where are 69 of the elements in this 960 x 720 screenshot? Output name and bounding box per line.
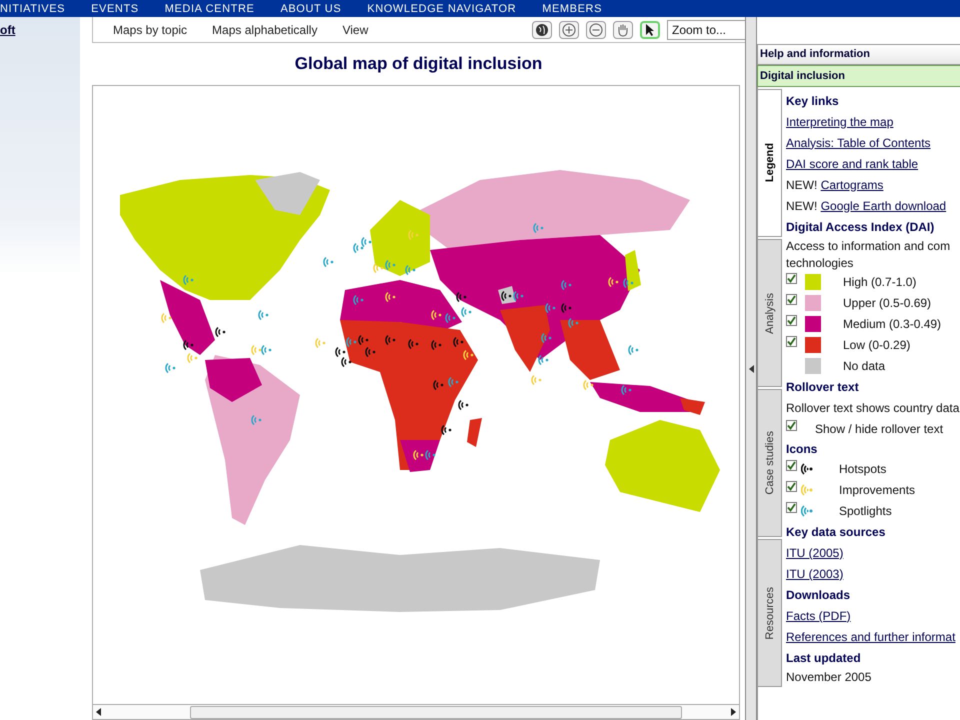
globe-icon[interactable]: [532, 20, 552, 38]
legend-label: Low (0-0.29): [843, 338, 910, 352]
hand-icon[interactable]: [613, 20, 633, 38]
link[interactable]: Google Earth download: [820, 198, 946, 212]
side-tab[interactable]: Case studies: [758, 389, 782, 537]
legend-label: Hotspots: [839, 462, 886, 476]
section-heading: Digital Access Index (DAI): [786, 218, 936, 236]
checkbox[interactable]: [786, 315, 797, 326]
checkbox[interactable]: [786, 481, 797, 492]
menu-item[interactable]: View: [342, 22, 368, 36]
legend-label: High (0.7-1.0): [843, 274, 916, 288]
side-tab[interactable]: Resources: [758, 539, 782, 687]
nav-link[interactable]: ABOUT US: [280, 2, 368, 14]
toggle-label: Show / hide rollover text: [815, 422, 944, 436]
zoom-in-icon[interactable]: [559, 20, 579, 38]
description-text: Rollover text shows country data: [786, 400, 960, 416]
signal-icon: [801, 504, 815, 518]
new-label: NEW!: [786, 198, 818, 212]
nav-link[interactable]: EVENTS: [91, 2, 165, 14]
nav-link[interactable]: KNOWLEDGE NAVIGATOR: [367, 2, 542, 14]
collapse-arrow-icon[interactable]: [748, 364, 754, 372]
side-tab[interactable]: Legend: [758, 89, 782, 237]
link[interactable]: Cartograms: [820, 178, 884, 192]
section-heading: Downloads: [786, 586, 852, 604]
checkbox[interactable]: [786, 273, 797, 284]
date-text: November 2005: [786, 668, 872, 685]
section-heading: Last updated: [786, 650, 862, 666]
legend-label: Improvements: [839, 482, 916, 496]
link[interactable]: ITU (2003): [786, 566, 844, 580]
nav-link[interactable]: MEMBERS: [542, 2, 628, 14]
checkbox[interactable]: [786, 460, 797, 471]
signal-icon: [801, 482, 815, 496]
signal-icon: [801, 462, 815, 476]
section-title: Digital inclusion: [757, 65, 960, 87]
menu-item[interactable]: Maps alphabetically: [212, 22, 318, 36]
menu-item[interactable]: Maps by topic: [113, 22, 188, 36]
nav-link[interactable]: MEDIA CENTRE: [164, 2, 280, 14]
description-text: technologies: [786, 254, 854, 271]
link[interactable]: Interpreting the map: [786, 114, 894, 128]
checkbox[interactable]: [786, 336, 797, 347]
side-tab[interactable]: Analysis: [758, 239, 782, 387]
zoom-field[interactable]: Zoom to...: [667, 20, 745, 40]
checkbox[interactable]: [786, 502, 797, 513]
zoom-out-icon[interactable]: [586, 20, 606, 38]
link[interactable]: References and further informat: [786, 630, 956, 644]
nav-link[interactable]: NITIATIVES: [0, 2, 92, 14]
link[interactable]: Analysis: Table of Contents: [786, 136, 931, 150]
checkbox[interactable]: [786, 420, 797, 431]
legend-label: Spotlights: [839, 504, 892, 518]
legend-label: Upper (0.5-0.69): [843, 296, 932, 310]
horizontal-scrollbar[interactable]: [92, 704, 740, 720]
section-heading: Key links: [786, 92, 840, 110]
description-text: Access to information and com: [786, 238, 952, 254]
link[interactable]: Facts (PDF): [786, 608, 851, 622]
scroll-left-icon[interactable]: [96, 708, 102, 716]
new-label: NEW!: [786, 178, 818, 192]
legend-label: No data: [843, 358, 886, 372]
section-heading: Icons: [786, 440, 818, 458]
link[interactable]: DAI score and rank table: [786, 156, 918, 170]
pointer-icon[interactable]: [640, 20, 660, 38]
legend-label: Medium (0.3-0.49): [843, 316, 942, 330]
nav-link[interactable]: oft: [0, 23, 16, 37]
panel-header: Help and information: [757, 44, 960, 65]
scroll-right-icon[interactable]: [730, 708, 736, 716]
link[interactable]: ITU (2005): [786, 546, 844, 560]
checkbox[interactable]: [786, 294, 797, 305]
map-title: Global map of digital inclusion: [294, 53, 544, 75]
section-heading: Key data sources: [786, 524, 886, 540]
section-heading: Rollover text: [786, 378, 860, 396]
